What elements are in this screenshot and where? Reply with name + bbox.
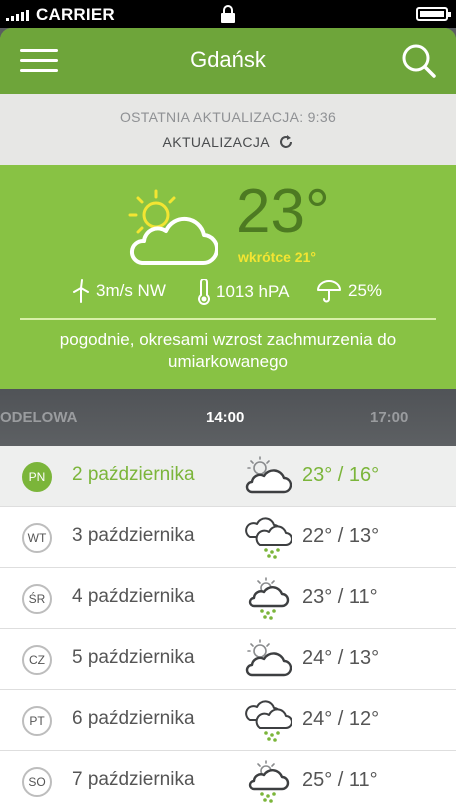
- day-row[interactable]: ŚR 4 października 23° / 11°: [0, 568, 456, 629]
- lock-icon: [220, 4, 236, 29]
- day-row[interactable]: WT 3 października 22° / 13°: [0, 507, 456, 568]
- temperature-range: 22° / 13°: [302, 525, 380, 547]
- weekday-badge: SO: [22, 767, 52, 797]
- hour-item-next[interactable]: 17:00: [370, 409, 408, 426]
- weekday-badge: PT: [22, 706, 52, 736]
- partly-cloudy-icon: [244, 637, 293, 686]
- refresh-label: AKTUALIZACJA: [162, 134, 270, 150]
- wind-turbine-icon: [73, 279, 89, 303]
- carrier-label: CARRIER: [36, 5, 115, 24]
- current-weather: 23° wkrótce 21° 3m/s NW 1013 hPA 25% pog…: [0, 165, 456, 389]
- day-row[interactable]: PT 6 października 24° / 12°: [0, 690, 456, 751]
- temperature-range: 23° / 11°: [302, 586, 378, 608]
- last-update-label: OSTATNIA AKTUALIZACJA: 9:36: [119, 109, 337, 125]
- precipitation-value: 25%: [348, 281, 383, 300]
- day-date: 3 października: [72, 525, 195, 546]
- day-row[interactable]: SO 7 października 25° / 11°: [0, 751, 456, 810]
- partly-cloudy-icon: [244, 454, 293, 503]
- day-date: 2 października: [72, 464, 195, 485]
- pressure-stat: 1013 hPA: [198, 279, 289, 305]
- refresh-icon: [279, 135, 292, 148]
- weather-stats: 3m/s NW 1013 hPA 25%: [0, 279, 456, 309]
- weekday-badge: ŚR: [22, 584, 52, 614]
- day-date: 5 października: [72, 647, 195, 668]
- divider: [20, 318, 436, 320]
- wind-value: 3m/s NW: [96, 281, 166, 300]
- update-strip: OSTATNIA AKTUALIZACJA: 9:36 AKTUALIZACJA: [0, 94, 456, 165]
- day-row[interactable]: CZ 5 października 24° / 13°: [0, 629, 456, 690]
- current-temperature: 23°: [236, 177, 330, 246]
- status-bar: CARRIER: [0, 0, 456, 28]
- temperature-range: 25° / 11°: [302, 769, 378, 791]
- weekday-badge: PN: [22, 462, 52, 492]
- weekday-badge: WT: [22, 523, 52, 553]
- search-button[interactable]: [400, 42, 438, 80]
- thermometer-icon: [198, 279, 210, 305]
- hour-selector[interactable]: ODELOWA 14:00 17:00: [0, 389, 456, 446]
- temperature-range: 24° / 12°: [302, 708, 380, 730]
- sun-rain-icon: [244, 576, 292, 625]
- day-date: 6 października: [72, 708, 195, 729]
- daily-forecast-list: PN 2 października 23° / 16° WT 3 paździe…: [0, 446, 456, 810]
- pressure-value: 1013 hPA: [216, 282, 290, 301]
- rain-clouds-icon: [244, 515, 293, 564]
- precipitation-stat: 25%: [316, 279, 382, 303]
- rain-clouds-icon: [244, 698, 293, 747]
- hour-item-prev[interactable]: ODELOWA: [0, 409, 78, 426]
- signal-icon: [6, 9, 29, 21]
- weather-card: Gdańsk OSTATNIA AKTUALIZACJA: 9:36 AKTUA…: [0, 28, 456, 398]
- refresh-button[interactable]: AKTUALIZACJA: [0, 134, 456, 150]
- day-date: 7 października: [72, 769, 195, 790]
- partly-cloudy-icon: [122, 185, 220, 274]
- app-header: Gdańsk: [0, 28, 456, 94]
- weekday-badge: CZ: [22, 645, 52, 675]
- battery-icon: [416, 7, 451, 21]
- temperature-range: 24° / 13°: [302, 647, 380, 669]
- soon-temperature: wkrótce 21°: [238, 249, 316, 265]
- day-row[interactable]: PN 2 października 23° / 16°: [0, 446, 456, 507]
- umbrella-icon: [317, 280, 341, 303]
- search-icon: [402, 44, 436, 78]
- hour-item-current[interactable]: 14:00: [206, 409, 244, 426]
- wind-stat: 3m/s NW: [72, 279, 166, 303]
- temperature-range: 23° / 16°: [302, 464, 380, 486]
- city-title: Gdańsk: [190, 47, 266, 72]
- day-date: 4 października: [72, 586, 195, 607]
- weather-description: pogodnie, okresami wzrost zachmurzenia d…: [59, 330, 397, 371]
- sun-rain-icon: [244, 759, 292, 808]
